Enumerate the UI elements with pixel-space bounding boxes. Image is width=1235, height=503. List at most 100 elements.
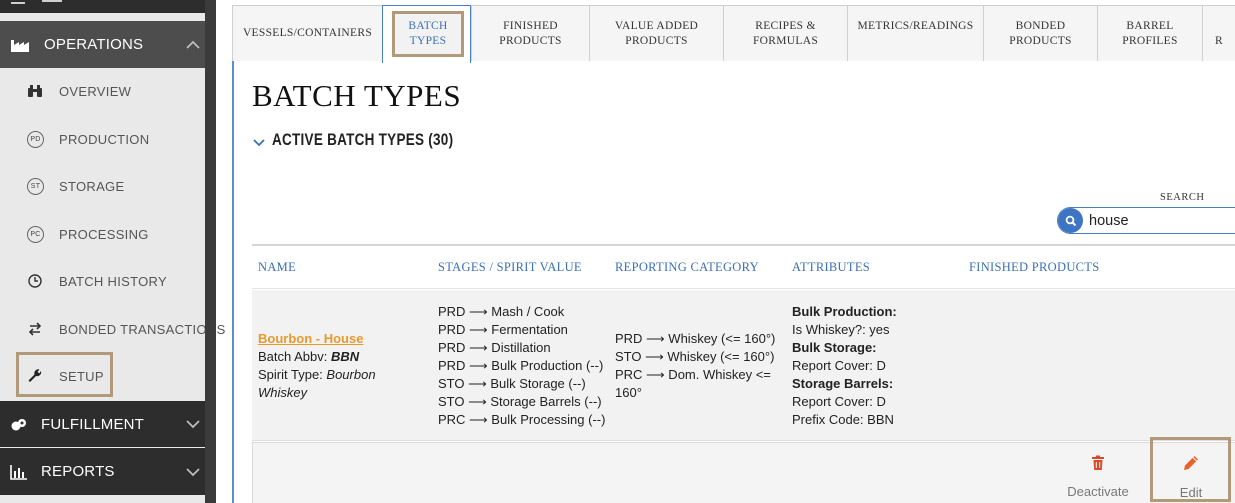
tab-vessels-containers[interactable]: VESSELS/CONTAINERS bbox=[232, 6, 382, 61]
tab-label: FINISHED PRODUCTS bbox=[499, 19, 562, 47]
truncated-section-label bbox=[42, 0, 62, 5]
sidebar-item-storage[interactable]: ST STORAGE bbox=[0, 166, 205, 206]
sidebar-item-label: PROCESSING bbox=[59, 226, 149, 242]
search-box bbox=[1057, 207, 1235, 234]
spirit-type-label: Spirit Type: bbox=[258, 367, 327, 382]
column-header-stages[interactable]: STAGES / SPIRIT VALUE bbox=[438, 246, 582, 289]
sidebar-item-label: BATCH HISTORY bbox=[59, 273, 167, 289]
sidebar-item-batch-history[interactable]: BATCH HISTORY bbox=[0, 261, 205, 301]
stage-line: PRD ⟶ Mash / Cook bbox=[438, 304, 565, 319]
tab-finished-products[interactable]: FINISHED PRODUCTS bbox=[471, 6, 589, 61]
attr-value: Is Whiskey?: yes bbox=[792, 322, 890, 337]
sidebar-item-label: OVERVIEW bbox=[59, 83, 132, 99]
stage-line: STO ⟶ Bulk Storage (--) bbox=[438, 376, 586, 391]
menu-icon bbox=[11, 2, 25, 5]
attr-value: Report Cover: D bbox=[792, 394, 886, 409]
tab-label: BATCH TYPES bbox=[408, 20, 448, 47]
page-title: BATCH TYPES bbox=[252, 78, 462, 113]
batch-types-highlight-box: BATCH TYPES bbox=[392, 11, 464, 57]
chevron-down-icon[interactable] bbox=[252, 135, 266, 153]
tab-truncated[interactable]: R bbox=[1202, 6, 1235, 61]
pd-circle-icon: PD bbox=[27, 130, 44, 148]
setup-highlight-box bbox=[16, 352, 113, 397]
chevron-down-icon[interactable] bbox=[185, 401, 201, 447]
sidebar-section-label: FULFILLMENT bbox=[41, 415, 145, 433]
sidebar: OPERATIONS OVERVIEW PD PRODUCTION ST STO… bbox=[0, 0, 225, 503]
tab-label: VESSELS/CONTAINERS bbox=[242, 27, 373, 39]
sidebar-section-label: REPORTS bbox=[41, 463, 115, 480]
reporting-line: 160° bbox=[615, 385, 642, 400]
tab-label: R bbox=[1215, 34, 1223, 47]
search-icon[interactable] bbox=[1058, 208, 1083, 233]
stage-line: STO ⟶ Storage Barrels (--) bbox=[438, 394, 602, 409]
spirit-type-value: Bourbon bbox=[326, 367, 376, 382]
reporting-line: PRD ⟶ Whiskey (<= 160°) bbox=[615, 331, 776, 346]
sidebar-item-label: PRODUCTION bbox=[59, 131, 150, 147]
tab-recipes-formulas[interactable]: RECIPES & FORMULAS bbox=[723, 6, 847, 61]
trash-icon bbox=[1091, 455, 1105, 474]
tab-label: BARREL PROFILES bbox=[1122, 19, 1178, 47]
pc-circle-icon: PC bbox=[27, 225, 44, 243]
reporting-category-cell: PRD ⟶ Whiskey (<= 160°) STO ⟶ Whiskey (<… bbox=[615, 330, 775, 402]
attr-heading: Bulk Storage: bbox=[792, 340, 877, 355]
column-header-name[interactable]: NAME bbox=[258, 246, 296, 289]
column-header-finished-products[interactable]: FINISHED PRODUCTS bbox=[969, 246, 1099, 289]
batch-abbv-value: BBN bbox=[331, 349, 360, 364]
sidebar-section-label: OPERATIONS bbox=[44, 36, 144, 53]
clock-icon bbox=[27, 261, 43, 301]
sidebar-item-bonded-transactions[interactable]: BONDED TRANSACTIONS bbox=[0, 309, 225, 349]
column-header-reporting-category[interactable]: REPORTING CATEGORY bbox=[615, 246, 759, 289]
stage-line: PRC ⟶ Bulk Processing (--) bbox=[438, 412, 606, 427]
setup-tab-bar: VESSELS/CONTAINERS BATCH TYPES FINISHED … bbox=[232, 5, 1235, 63]
deactivate-button[interactable]: Deactivate bbox=[1063, 443, 1133, 503]
attr-heading: Storage Barrels: bbox=[792, 376, 894, 391]
sidebar-section-reports[interactable]: REPORTS bbox=[0, 448, 205, 495]
sidebar-top-section-partial[interactable] bbox=[0, 0, 205, 13]
sidebar-item-overview[interactable]: OVERVIEW bbox=[0, 71, 205, 111]
spirit-type-value-cont: Whiskey bbox=[258, 385, 308, 400]
sidebar-item-production[interactable]: PD PRODUCTION bbox=[0, 119, 205, 159]
row-action-bar: Deactivate Edit bbox=[252, 437, 1235, 503]
swap-arrows-icon bbox=[27, 309, 43, 349]
batch-type-name-link[interactable]: Bourbon - House bbox=[258, 331, 363, 346]
tab-batch-types[interactable]: BATCH TYPES bbox=[382, 5, 471, 63]
reporting-line: PRC ⟶ Dom. Whiskey <= bbox=[615, 367, 771, 382]
search-input[interactable] bbox=[1089, 211, 1235, 230]
column-header-attributes[interactable]: ATTRIBUTES bbox=[792, 246, 870, 289]
chevron-up-icon[interactable] bbox=[185, 21, 201, 68]
sidebar-item-label: BONDED TRANSACTIONS bbox=[59, 321, 226, 337]
st-circle-icon: ST bbox=[27, 177, 44, 195]
tab-metrics-readings[interactable]: METRICS/READINGS bbox=[847, 6, 983, 61]
tab-label: RECIPES & FORMULAS bbox=[752, 19, 819, 47]
attr-value: Report Cover: D bbox=[792, 358, 886, 373]
chevron-down-icon[interactable] bbox=[185, 448, 201, 495]
tab-label: BONDED PRODUCTS bbox=[1009, 19, 1072, 47]
active-batch-types-toggle[interactable]: ACTIVE BATCH TYPES (30) bbox=[272, 131, 453, 150]
factory-icon bbox=[10, 21, 32, 68]
sidebar-section-operations[interactable]: OPERATIONS bbox=[0, 21, 205, 68]
sidebar-section-fulfillment[interactable]: FULFILLMENT bbox=[0, 401, 205, 447]
reporting-line: STO ⟶ Whiskey (<= 160°) bbox=[615, 349, 775, 364]
batch-abbv-label: Batch Abbv: bbox=[258, 349, 331, 364]
sidebar-scroll-border bbox=[205, 0, 216, 503]
tab-bonded-products[interactable]: BONDED PRODUCTS bbox=[983, 6, 1097, 61]
binoculars-icon bbox=[27, 71, 43, 111]
stage-line: PRD ⟶ Bulk Production (--) bbox=[438, 358, 604, 373]
tab-label: METRICS/READINGS bbox=[857, 20, 974, 32]
attr-heading: Bulk Production: bbox=[792, 304, 897, 319]
tab-barrel-profiles[interactable]: BARREL PROFILES bbox=[1097, 6, 1202, 61]
search-label: SEARCH bbox=[1160, 192, 1205, 203]
name-cell: Bourbon - House Batch Abbv: BBN Spirit T… bbox=[258, 330, 376, 402]
stage-line: PRD ⟶ Fermentation bbox=[438, 322, 568, 337]
tab-value-added-products[interactable]: VALUE ADDED PRODUCTS bbox=[589, 6, 723, 61]
table-header: NAME STAGES / SPIRIT VALUE REPORTING CAT… bbox=[252, 246, 1235, 289]
attr-value: Prefix Code: BBN bbox=[792, 412, 894, 427]
tab-label: VALUE ADDED PRODUCTS bbox=[614, 19, 699, 47]
deactivate-label: Deactivate bbox=[1067, 483, 1129, 499]
table-row: Bourbon - House Batch Abbv: BBN Spirit T… bbox=[252, 290, 1235, 441]
attributes-cell: Bulk Production: Is Whiskey?: yes Bulk S… bbox=[792, 303, 897, 429]
batch-types-panel: BATCH TYPES ACTIVE BATCH TYPES (30) SEAR… bbox=[232, 61, 1235, 503]
stage-line: PRD ⟶ Distillation bbox=[438, 340, 551, 355]
stages-cell: PRD ⟶ Mash / Cook PRD ⟶ Fermentation PRD… bbox=[438, 303, 605, 429]
sidebar-item-processing[interactable]: PC PROCESSING bbox=[0, 214, 205, 254]
